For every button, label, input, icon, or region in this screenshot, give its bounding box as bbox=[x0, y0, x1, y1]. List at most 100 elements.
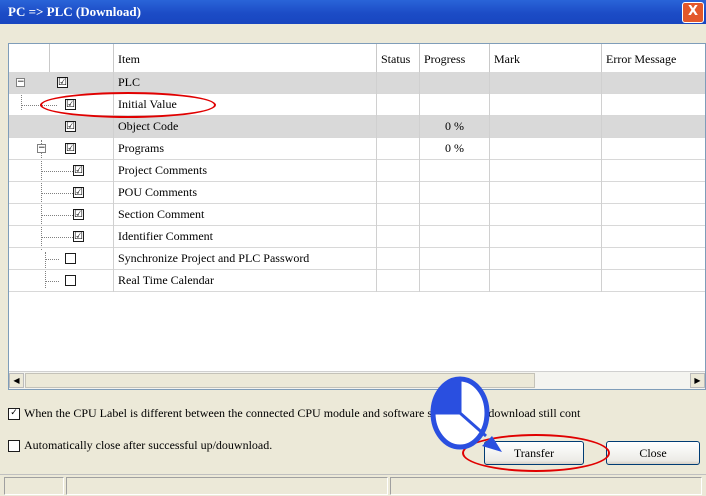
row-progress bbox=[419, 160, 489, 182]
highlight-ellipse-initial-value bbox=[40, 92, 216, 118]
header-progress[interactable]: Progress bbox=[419, 44, 489, 72]
row-checkbox[interactable]: ☑ bbox=[65, 143, 76, 154]
header-error-message[interactable]: Error Message bbox=[601, 44, 705, 72]
title-bar: PC => PLC (Download) X bbox=[0, 0, 706, 24]
auto-close-checkbox[interactable] bbox=[8, 440, 20, 453]
auto-close-option-text: Automatically close after successful up/… bbox=[24, 438, 273, 452]
table-row-project-comments[interactable]: ☑ Project Comments bbox=[9, 160, 705, 182]
cpu-label-checkbox[interactable]: ✓ bbox=[8, 408, 20, 421]
row-mark bbox=[489, 116, 601, 138]
header-status[interactable]: Status bbox=[376, 44, 420, 72]
row-status bbox=[376, 160, 420, 182]
row-item: Identifier Comment bbox=[113, 226, 377, 248]
row-error bbox=[601, 138, 705, 160]
row-error bbox=[601, 116, 705, 138]
row-mark bbox=[489, 270, 601, 292]
table-row-programs[interactable]: − ☑ Programs 0 % bbox=[9, 138, 705, 160]
row-error bbox=[601, 160, 705, 182]
row-status bbox=[376, 182, 420, 204]
row-error bbox=[601, 72, 705, 94]
row-status bbox=[376, 226, 420, 248]
row-progress bbox=[419, 94, 489, 116]
row-progress: 0 % bbox=[419, 116, 489, 138]
table-row-sync-password[interactable]: Synchronize Project and PLC Password bbox=[9, 248, 705, 270]
row-checkbox[interactable]: ☑ bbox=[73, 209, 84, 220]
row-item: Section Comment bbox=[113, 204, 377, 226]
close-window-icon[interactable]: X bbox=[682, 2, 704, 23]
row-error bbox=[601, 182, 705, 204]
scroll-left-icon[interactable]: ◀ bbox=[9, 373, 24, 388]
status-bar bbox=[0, 474, 706, 496]
row-mark bbox=[489, 138, 601, 160]
tree-line bbox=[41, 171, 73, 172]
row-mark bbox=[489, 72, 601, 94]
row-item: Object Code bbox=[113, 116, 377, 138]
row-status bbox=[376, 270, 420, 292]
collapse-icon[interactable]: − bbox=[37, 144, 46, 153]
row-status bbox=[376, 248, 420, 270]
window-title: PC => PLC (Download) bbox=[8, 4, 141, 19]
grid-header: Item Status Progress Mark Error Message bbox=[9, 44, 705, 73]
row-error bbox=[601, 226, 705, 248]
row-item: Programs bbox=[113, 138, 377, 160]
row-progress bbox=[419, 226, 489, 248]
row-mark bbox=[489, 160, 601, 182]
row-progress bbox=[419, 248, 489, 270]
row-status bbox=[376, 138, 420, 160]
row-mark bbox=[489, 94, 601, 116]
row-error bbox=[601, 94, 705, 116]
row-checkbox[interactable]: ☑ bbox=[57, 77, 68, 88]
row-item: PLC bbox=[113, 72, 377, 94]
table-row-plc[interactable]: − ☑ PLC bbox=[9, 72, 705, 94]
row-checkbox[interactable] bbox=[65, 253, 76, 264]
header-item[interactable]: Item bbox=[113, 44, 377, 72]
header-expand-col bbox=[9, 44, 49, 72]
row-status bbox=[376, 72, 420, 94]
row-mark bbox=[489, 226, 601, 248]
table-row-section-comment[interactable]: ☑ Section Comment bbox=[9, 204, 705, 226]
row-error bbox=[601, 248, 705, 270]
row-status bbox=[376, 116, 420, 138]
row-progress bbox=[419, 204, 489, 226]
row-item: Project Comments bbox=[113, 160, 377, 182]
row-progress bbox=[419, 182, 489, 204]
header-mark[interactable]: Mark bbox=[489, 44, 601, 72]
row-checkbox[interactable]: ☑ bbox=[65, 121, 76, 132]
row-item: POU Comments bbox=[113, 182, 377, 204]
row-status bbox=[376, 94, 420, 116]
row-checkbox[interactable]: ☑ bbox=[73, 187, 84, 198]
tree-line bbox=[41, 215, 73, 216]
tree-line bbox=[45, 281, 59, 282]
row-error bbox=[601, 270, 705, 292]
row-checkbox[interactable] bbox=[65, 275, 76, 286]
row-progress bbox=[419, 72, 489, 94]
tree-line bbox=[45, 259, 59, 260]
close-button[interactable]: Close bbox=[606, 441, 700, 465]
tree-line bbox=[41, 193, 73, 194]
row-mark bbox=[489, 204, 601, 226]
collapse-icon[interactable]: − bbox=[16, 78, 25, 87]
row-error bbox=[601, 204, 705, 226]
auto-close-option[interactable]: Automatically close after successful up/… bbox=[8, 437, 272, 453]
status-segment bbox=[4, 477, 64, 495]
table-row-identifier-comment[interactable]: ☑ Identifier Comment bbox=[9, 226, 705, 248]
mouse-click-icon bbox=[430, 376, 502, 452]
row-item: Synchronize Project and PLC Password bbox=[113, 248, 377, 270]
row-checkbox[interactable]: ☑ bbox=[73, 165, 84, 176]
row-item: Real Time Calendar bbox=[113, 270, 377, 292]
row-status bbox=[376, 204, 420, 226]
status-segment bbox=[390, 477, 702, 495]
header-check-col bbox=[49, 44, 89, 72]
row-mark bbox=[489, 248, 601, 270]
horizontal-scrollbar[interactable]: ◀ ▶ bbox=[9, 371, 705, 389]
status-segment bbox=[66, 477, 388, 495]
scroll-right-icon[interactable]: ▶ bbox=[690, 373, 705, 388]
row-mark bbox=[489, 182, 601, 204]
tree-line bbox=[41, 237, 73, 238]
table-row-pou-comments[interactable]: ☑ POU Comments bbox=[9, 182, 705, 204]
row-checkbox[interactable]: ☑ bbox=[73, 231, 84, 242]
row-progress: 0 % bbox=[419, 138, 489, 160]
row-progress bbox=[419, 270, 489, 292]
table-row-object-code[interactable]: ☑ Object Code 0 % bbox=[9, 116, 705, 138]
table-row-real-time-calendar[interactable]: Real Time Calendar bbox=[9, 270, 705, 292]
